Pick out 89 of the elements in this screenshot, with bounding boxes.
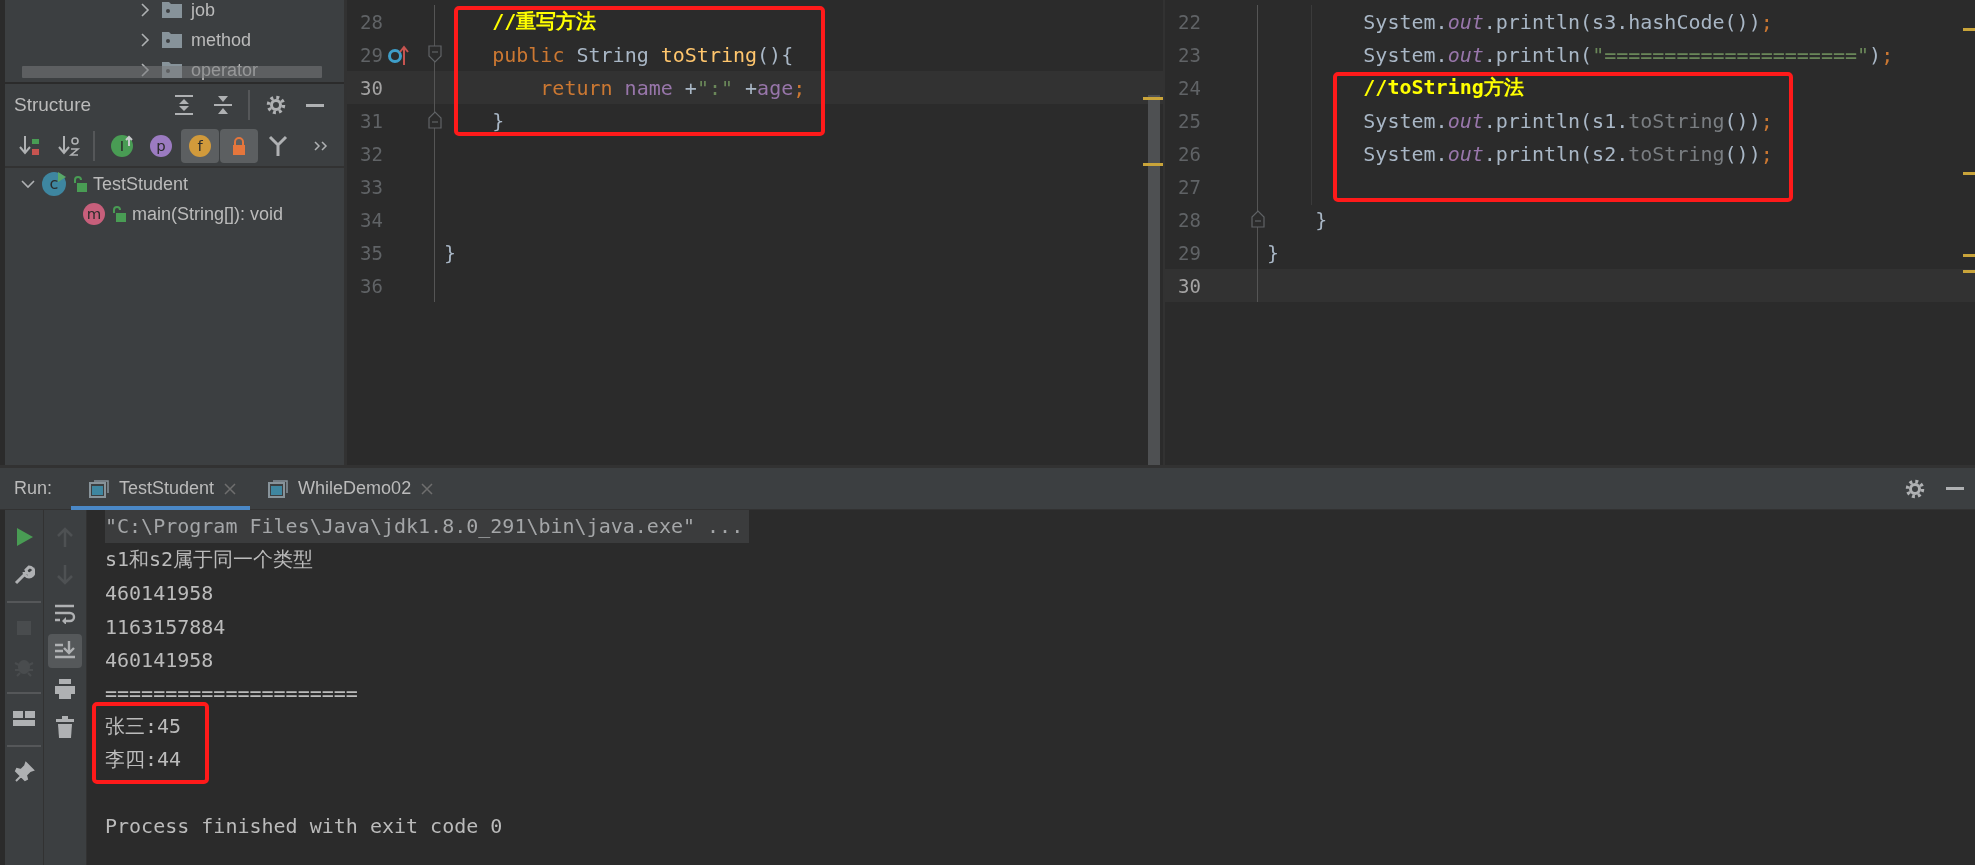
trash-icon [55,716,75,738]
line-number: 30 [359,76,383,99]
code-line: } [444,240,457,265]
scrollbar[interactable] [22,66,322,78]
line-number: 27 [1177,175,1201,198]
tab[interactable]: WhileDemo02 [250,468,448,510]
console-line: Process finished with exit code 0 [105,814,503,839]
code-line: } [1315,207,1328,232]
console-icon [89,479,110,498]
fold-marker-icon[interactable] [428,45,442,63]
code-line: public String toString(){ [492,42,794,67]
sort-icon [18,135,42,157]
line-number: 34 [359,208,383,231]
line-number: 26 [1177,142,1201,165]
line-number: 29 [359,43,383,66]
console-line: s1和s2属于同一个类型 [105,546,314,574]
console-line: 1163157884 [105,614,226,639]
code-line: return name +":" +age; [540,75,806,100]
line-number: 25 [1177,109,1201,132]
lock-icon [230,136,248,156]
folder-icon [161,61,183,79]
show-fields-button[interactable]: f [181,129,219,163]
line-number: 32 [359,142,383,165]
fork-icon [267,135,289,157]
close-icon[interactable] [224,482,237,495]
property-icon: p [149,134,173,158]
console-line: 张三:45 [105,712,182,740]
line-number: 35 [359,241,383,264]
code-line: System.out.println("====================="); [1363,42,1894,67]
line-number: 28 [359,10,383,33]
wrap-icon [54,602,76,624]
code-comment: //重写方法 [492,8,597,35]
line-number: 23 [1177,43,1201,66]
sort-alpha-icon [57,135,81,157]
code-line: System.out.println(s2.toString()); [1363,141,1773,166]
show-inherited-button[interactable]: I [103,129,141,163]
line-number: 36 [359,274,383,297]
warning-marker[interactable] [1143,163,1163,166]
printer-icon [54,678,76,700]
minimize-icon [305,103,324,107]
fold-marker-icon[interactable] [1251,210,1265,228]
minimize-icon [1946,487,1964,490]
line-number: 31 [359,109,383,132]
settings-icon [1905,478,1925,499]
code-line: System.out.println(s1.toString()); [1363,108,1773,133]
console-icon [268,479,289,498]
chevrons-icon [312,139,330,153]
line-number: 24 [1177,76,1201,99]
fold-marker-icon[interactable] [428,111,442,129]
show-non-public-button[interactable] [220,129,258,163]
show-properties-button[interactable]: p [142,129,180,163]
line-number: 22 [1177,10,1201,33]
lock-icon [72,175,88,193]
console-line: 460141958 [105,581,214,606]
close-icon[interactable] [421,482,434,495]
code-line: } [492,108,505,133]
tree-item[interactable]: c TestStudent [5,169,344,199]
code-comment: //toString方法 [1363,74,1524,101]
override-icon[interactable] [387,43,409,66]
console-command: "C:\Program Files\Java\jdk1.8.0_291\bin\java.exe" ... [105,510,750,544]
tree-item[interactable]: m main(String[]): void [5,199,344,229]
layout-icon [12,709,36,729]
console-line: 李四:44 [105,746,182,774]
scroll-to-end-button[interactable] [48,634,82,668]
collapse-all-icon [212,94,233,116]
class-icon: c [41,171,67,197]
lock-icon [111,205,127,223]
inherited-icon: I [110,134,134,158]
method-icon: m [82,202,106,226]
warning-marker[interactable] [1143,97,1163,100]
tree-item[interactable]: job [5,0,344,25]
console-line: 460141958 [105,647,214,672]
code-line: System.out.println(s3.hashCode()); [1363,9,1773,34]
line-number: 33 [359,175,383,198]
line-number: 29 [1177,241,1201,264]
console-line: ===================== [105,681,358,706]
expand-all-icon [173,94,194,116]
settings-icon [265,95,286,115]
pin-icon [13,761,35,783]
panel-title: Run: [14,478,53,499]
folder-icon [161,31,183,49]
wrench-icon [13,564,35,586]
field-icon: f [188,134,212,158]
panel-title: Structure [14,94,93,116]
scrollbar[interactable] [1148,95,1160,465]
tree-item[interactable]: method [5,25,344,55]
line-number: 28 [1177,208,1201,231]
line-number: 30 [1177,274,1201,297]
code-line: } [1267,240,1280,265]
